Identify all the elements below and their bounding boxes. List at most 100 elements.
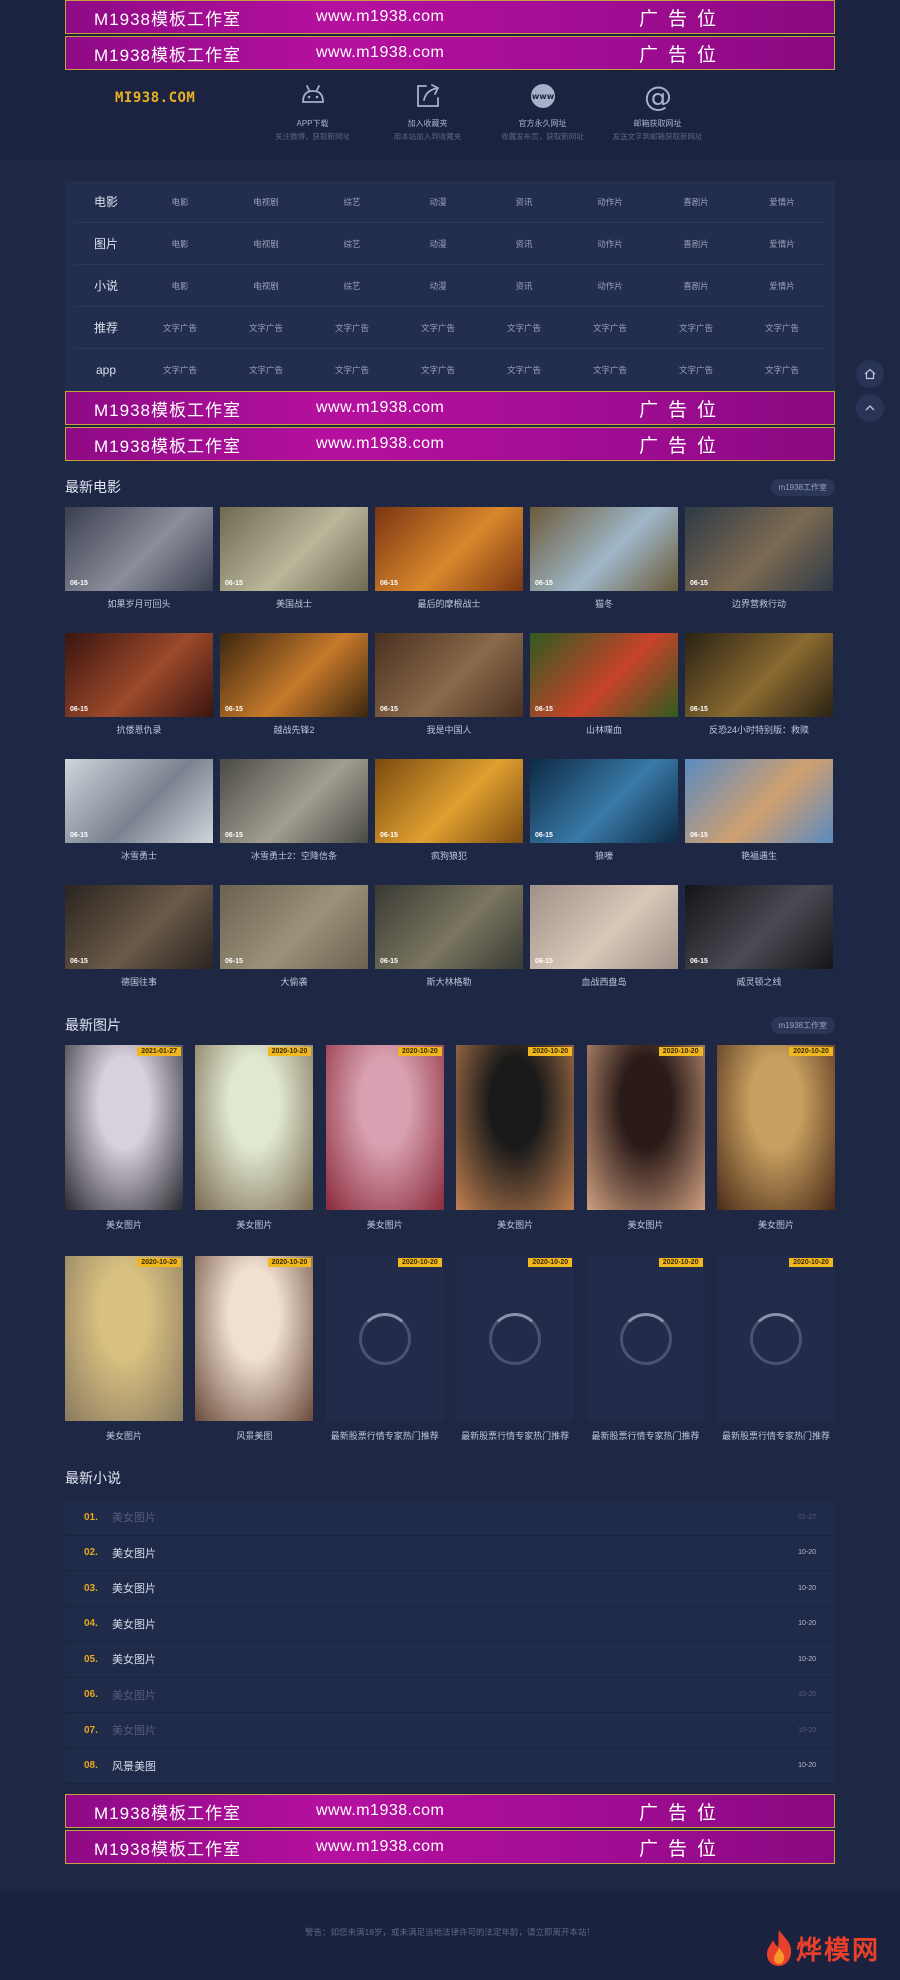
picture-thumbnail[interactable]: 2020-10-20 [195,1045,314,1210]
picture-card[interactable]: 2020-10-20 美女图片 [65,1256,183,1442]
home-button[interactable] [856,360,884,388]
picture-thumbnail[interactable]: 2020-10-20 [195,1256,314,1421]
novel-row[interactable]: 08. 风景美图 10-20 [65,1748,835,1784]
movie-title[interactable]: 最后的摩根战士 [375,597,523,609]
picture-card[interactable]: 2020-10-20 最新股票行情专家热门推荐 [456,1256,575,1442]
movie-poster[interactable]: 06-15 [530,507,678,591]
nav-link[interactable]: 文字广告 [223,322,309,334]
movie-poster[interactable]: 06-15 [65,885,213,969]
nav-link[interactable]: 动作片 [567,196,653,208]
nav-link[interactable]: 文字广告 [309,322,395,334]
movie-card[interactable]: 06-15 反恐24小时特别版：救赎 [685,633,833,735]
novel-row[interactable]: 07. 美女图片 10-20 [65,1713,835,1749]
picture-thumbnail[interactable]: 2020-10-20 [586,1045,705,1210]
section-tag[interactable]: m1938工作室 [770,478,835,496]
picture-thumbnail[interactable]: 2020-10-20 [456,1045,575,1210]
movie-card[interactable]: 06-15 猫冬 [530,507,678,609]
nav-link[interactable]: 爱情片 [739,196,825,208]
movie-poster[interactable]: 06-15 [530,759,678,843]
movie-poster[interactable]: 06-15 [685,633,833,717]
back-to-top-button[interactable] [856,394,884,422]
ad-banner[interactable]: M1938模板工作室 www.m1938.com 广告位 [65,391,835,425]
nav-row-head[interactable]: 推荐 [75,319,137,336]
nav-link[interactable]: 文字广告 [137,322,223,334]
nav-row-head[interactable]: 电影 [75,193,137,210]
quick-link-bookmark[interactable]: 加入收藏夹 用本站加入到收藏夹 [370,78,485,142]
movie-poster[interactable]: 06-15 [220,759,368,843]
movie-card[interactable]: 06-15 艳福遇生 [685,759,833,861]
movie-poster[interactable]: 06-15 [65,759,213,843]
ad-banner[interactable]: M1938模板工作室 www.m1938.com 广告位 [65,427,835,461]
movie-card[interactable]: 06-15 如果岁月可回头 [65,507,213,609]
picture-thumbnail[interactable]: 2020-10-20 [65,1256,183,1421]
nav-link[interactable]: 文字广告 [567,322,653,334]
novel-title[interactable]: 美女图片 [112,1722,798,1738]
movie-poster[interactable]: 06-15 [220,885,368,969]
nav-link[interactable]: 文字广告 [653,364,739,376]
nav-link[interactable]: 文字广告 [137,364,223,376]
movie-poster[interactable]: 06-15 [530,885,678,969]
novel-title[interactable]: 风景美图 [112,1758,798,1774]
nav-link[interactable]: 综艺 [309,196,395,208]
novel-title[interactable]: 美女图片 [112,1651,798,1667]
nav-link[interactable]: 文字广告 [309,364,395,376]
movie-title[interactable]: 美国战士 [220,597,368,609]
nav-link[interactable]: 喜剧片 [653,280,739,292]
picture-title[interactable]: 风景美图 [195,1429,313,1442]
nav-link[interactable]: 动作片 [567,280,653,292]
nav-link[interactable]: 动作片 [567,238,653,250]
movie-title[interactable]: 德国往事 [65,975,213,987]
nav-link[interactable]: 文字广告 [567,364,653,376]
movie-card[interactable]: 06-15 越战先锋2 [220,633,368,735]
picture-card[interactable]: 2020-10-20 风景美图 [195,1256,314,1442]
picture-card[interactable]: 2020-10-20 美女图片 [195,1045,314,1231]
nav-link[interactable]: 文字广告 [395,364,481,376]
picture-thumbnail[interactable]: 2020-10-20 [456,1256,575,1421]
movie-title[interactable]: 血战西盘岛 [530,975,678,987]
nav-link[interactable]: 资讯 [481,280,567,292]
picture-card[interactable]: 2020-10-20 美女图片 [325,1045,444,1231]
picture-thumbnail[interactable]: 2020-10-20 [325,1256,444,1421]
nav-link[interactable]: 资讯 [481,196,567,208]
nav-link[interactable]: 文字广告 [653,322,739,334]
movie-poster[interactable]: 06-15 [685,885,833,969]
ad-banner[interactable]: M1938模板工作室 www.m1938.com 广告位 [65,1830,835,1864]
novel-row[interactable]: 04. 美女图片 10-20 [65,1606,835,1642]
picture-title[interactable]: 美女图片 [456,1218,574,1231]
nav-link[interactable]: 文字广告 [739,322,825,334]
movie-title[interactable]: 大偷袭 [220,975,368,987]
movie-title[interactable]: 疯狗狼犯 [375,849,523,861]
picture-card[interactable]: 2021-01-27 美女图片 [65,1045,183,1231]
movie-title[interactable]: 冰雪勇士2：空降信条 [220,849,368,861]
nav-link[interactable]: 电视剧 [223,280,309,292]
nav-link[interactable]: 电影 [137,280,223,292]
picture-card[interactable]: 2020-10-20 最新股票行情专家热门推荐 [586,1256,705,1442]
picture-thumbnail[interactable]: 2021-01-27 [65,1045,183,1210]
nav-link[interactable]: 文字广告 [223,364,309,376]
movie-card[interactable]: 06-15 美国战士 [220,507,368,609]
nav-link[interactable]: 爱情片 [739,238,825,250]
movie-poster[interactable]: 06-15 [530,633,678,717]
picture-thumbnail[interactable]: 2020-10-20 [716,1256,835,1421]
picture-title[interactable]: 美女图片 [65,1218,183,1231]
nav-link[interactable]: 电视剧 [223,196,309,208]
nav-link[interactable]: 综艺 [309,238,395,250]
novel-row[interactable]: 01. 美女图片 01-27 [65,1500,835,1536]
movie-card[interactable]: 06-15 冰雪勇士2：空降信条 [220,759,368,861]
nav-link[interactable]: 电影 [137,238,223,250]
movie-title[interactable]: 猫冬 [530,597,678,609]
nav-link[interactable]: 喜剧片 [653,196,739,208]
picture-card[interactable]: 2020-10-20 最新股票行情专家热门推荐 [716,1256,835,1442]
movie-card[interactable]: 06-15 冰雪勇士 [65,759,213,861]
nav-link[interactable]: 喜剧片 [653,238,739,250]
movie-card[interactable]: 06-15 威灵顿之线 [685,885,833,987]
picture-card[interactable]: 2020-10-20 美女图片 [456,1045,575,1231]
movie-title[interactable]: 如果岁月可回头 [65,597,213,609]
nav-link[interactable]: 文字广告 [395,322,481,334]
movie-poster[interactable]: 06-15 [685,507,833,591]
nav-row-head[interactable]: app [75,363,137,377]
nav-link[interactable]: 综艺 [309,280,395,292]
novel-title[interactable]: 美女图片 [112,1616,798,1632]
ad-banner[interactable]: M1938模板工作室 www.m1938.com 广告位 [65,0,835,34]
movie-card[interactable]: 06-15 我是中国人 [375,633,523,735]
